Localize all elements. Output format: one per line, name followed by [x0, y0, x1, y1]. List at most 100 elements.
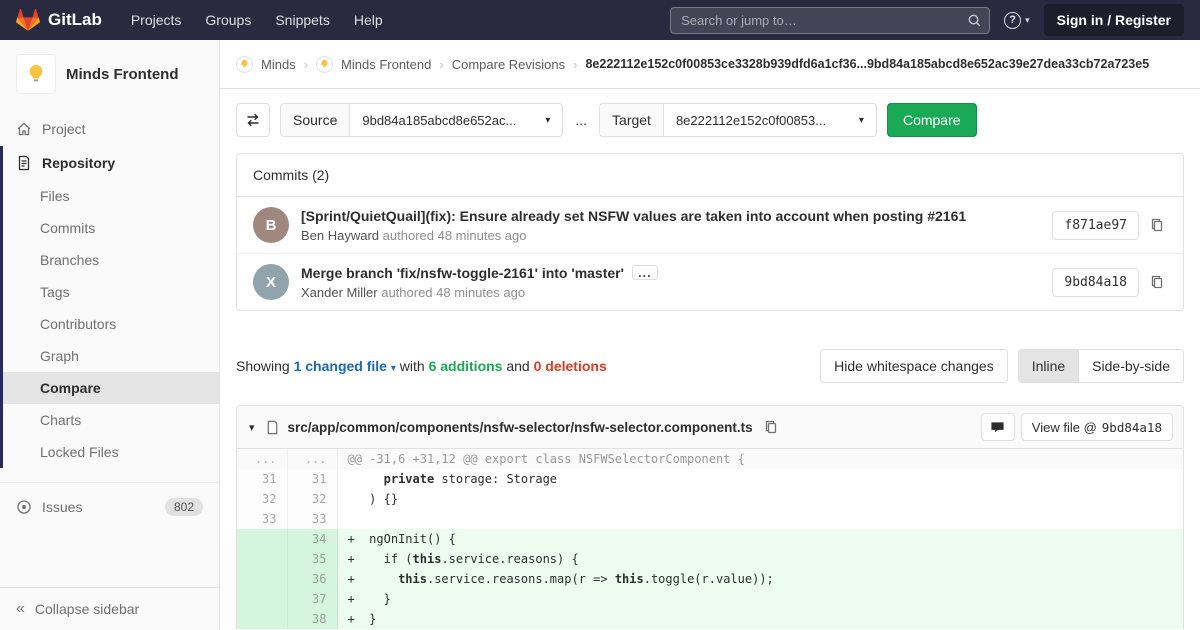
source-field-group: Source 9bd84a185abcd8e652ac... ▾	[280, 103, 564, 137]
nav-item-help[interactable]: Help	[343, 6, 394, 34]
commit-sha[interactable]: 9bd84a18	[1052, 267, 1139, 297]
sidebar-item-files[interactable]: Files	[3, 180, 219, 212]
breadcrumb-current-sha-range: 8e222112e152c0f00853ce3328b939dfd6a1cf36…	[585, 57, 1150, 71]
commit-author[interactable]: Xander Miller	[301, 285, 378, 300]
avatar[interactable]: B	[253, 207, 289, 243]
top-navbar: GitLab Projects Groups Snippets Help ? ▾…	[0, 0, 1200, 40]
view-file-sha: 9bd84a18	[1101, 419, 1162, 435]
new-line-number[interactable]: 31	[287, 469, 338, 489]
commits-panel: Commits (2) B [Sprint/QuietQuail](fix): …	[236, 153, 1184, 311]
sidebar-item-compare[interactable]: Compare	[3, 372, 219, 404]
project-header-link[interactable]: Minds Frontend	[0, 40, 219, 106]
old-line-number[interactable]: ...	[237, 449, 288, 469]
sidebar-item-project[interactable]: Project	[0, 112, 219, 146]
inline-view-button[interactable]: Inline	[1017, 349, 1080, 383]
hide-whitespace-button[interactable]: Hide whitespace changes	[820, 349, 1008, 383]
expand-commit-message-button[interactable]: ...	[631, 265, 658, 280]
sidebar-project-name: Minds Frontend	[66, 65, 179, 83]
nav-item-groups[interactable]: Groups	[194, 6, 262, 34]
diff-code-cell: + this.service.reasons.map(r => this.tog…	[337, 569, 1183, 589]
sidebar-item-commits[interactable]: Commits	[3, 212, 219, 244]
view-file-button[interactable]: View file @ 9bd84a18	[1020, 413, 1173, 441]
source-ref-dropdown[interactable]: 9bd84a185abcd8e652ac... ▾	[350, 104, 562, 136]
side-by-side-view-button[interactable]: Side-by-side	[1079, 349, 1184, 383]
group-avatar	[236, 55, 253, 73]
new-line-number[interactable]: 34	[287, 529, 338, 549]
issues-count-badge: 802	[164, 498, 203, 516]
diff-file-path[interactable]: src/app/common/components/nsfw-selector/…	[288, 420, 753, 435]
commit-author[interactable]: Ben Hayward	[301, 228, 379, 243]
target-ref-value: 8e222112e152c0f00853...	[675, 112, 827, 128]
collapse-diff-icon[interactable]: ▾	[247, 421, 257, 434]
help-dropdown[interactable]: ? ▾	[1004, 11, 1030, 29]
diff-code-cell: + }	[337, 589, 1183, 609]
sidebar-item-branches[interactable]: Branches	[3, 244, 219, 276]
commit-sha[interactable]: f871ae97	[1052, 210, 1139, 240]
diff-summary-bar: Showing 1 changed file ▾ with 6 addition…	[236, 349, 1184, 383]
target-field-group: Target 8e222112e152c0f00853... ▾	[599, 103, 877, 137]
avatar[interactable]: X	[253, 264, 289, 300]
old-line-number[interactable]	[237, 569, 288, 589]
copy-file-path-button[interactable]	[761, 417, 781, 437]
target-ref-dropdown[interactable]: 8e222112e152c0f00853... ▾	[664, 104, 876, 136]
project-avatar	[16, 54, 56, 94]
commit-row: B [Sprint/QuietQuail](fix): Ensure alrea…	[237, 197, 1183, 253]
commit-meta-text: authored 48 minutes ago	[381, 284, 526, 300]
old-line-number[interactable]	[237, 589, 288, 609]
breadcrumb-group[interactable]: Minds	[261, 57, 296, 72]
nav-item-snippets[interactable]: Snippets	[264, 6, 340, 34]
project-avatar-small	[316, 55, 334, 73]
sign-in-button[interactable]: Sign in / Register	[1043, 4, 1184, 36]
sidebar-item-tags[interactable]: Tags	[3, 276, 219, 308]
sidebar-item-locked-files[interactable]: Locked Files	[3, 436, 219, 468]
new-line-number[interactable]: 37	[287, 589, 338, 609]
comment-icon	[991, 421, 1004, 432]
copy-sha-button[interactable]	[1147, 215, 1167, 235]
breadcrumb-section[interactable]: Compare Revisions	[452, 57, 565, 72]
copy-sha-button[interactable]	[1147, 272, 1167, 292]
new-line-number[interactable]: ...	[287, 449, 338, 469]
new-line-number[interactable]: 32	[287, 489, 338, 509]
commits-panel-header: Commits (2)	[237, 154, 1183, 197]
collapse-sidebar-button[interactable]: « Collapse sidebar	[0, 587, 219, 630]
breadcrumb-separator-icon: ›	[439, 56, 444, 72]
swap-icon	[247, 113, 259, 127]
breadcrumb-separator-icon: ›	[303, 56, 309, 72]
old-line-number[interactable]	[237, 609, 288, 629]
swap-revisions-button[interactable]	[236, 103, 270, 137]
diff-line: 35 + if (this.service.reasons) {	[237, 549, 1183, 569]
gitlab-logo[interactable]: GitLab	[16, 8, 102, 32]
new-line-number[interactable]: 33	[287, 509, 338, 529]
toggle-comments-button[interactable]	[980, 413, 1015, 441]
commit-title[interactable]: Merge branch 'fix/nsfw-toggle-2161' into…	[301, 265, 624, 281]
sidebar-item-issues[interactable]: Issues 802	[0, 489, 219, 525]
sidebar-item-repository[interactable]: Repository	[3, 146, 219, 180]
diff-code-cell: + ngOnInit() {	[337, 529, 1183, 549]
breadcrumb: Minds › Minds Frontend › Compare Revisio…	[220, 40, 1200, 89]
sidebar-item-charts[interactable]: Charts	[3, 404, 219, 436]
new-line-number[interactable]: 38	[287, 609, 338, 629]
compare-button[interactable]: Compare	[886, 103, 977, 137]
diff-line: 34 + ngOnInit() {	[237, 529, 1183, 549]
search-input[interactable]	[670, 6, 991, 34]
sidebar-item-contributors[interactable]: Contributors	[3, 308, 219, 340]
diff-code-cell: + }	[337, 609, 1183, 629]
sidebar-item-label: Project	[42, 121, 86, 137]
old-line-number[interactable]: 31	[237, 469, 288, 489]
commit-meta-text: authored 48 minutes ago	[382, 227, 527, 243]
old-line-number[interactable]	[237, 549, 288, 569]
changed-files-dropdown[interactable]: 1 changed file	[294, 358, 387, 374]
global-search	[670, 6, 991, 34]
diff-table-body: ...... @@ -31,6 +31,12 @@ export class NS…	[237, 449, 1183, 629]
search-icon[interactable]	[967, 13, 982, 31]
new-line-number[interactable]: 35	[287, 549, 338, 569]
breadcrumb-project[interactable]: Minds Frontend	[341, 57, 431, 72]
file-icon	[265, 420, 280, 435]
old-line-number[interactable]: 32	[237, 489, 288, 509]
old-line-number[interactable]	[237, 529, 288, 549]
nav-item-projects[interactable]: Projects	[120, 6, 193, 34]
sidebar-item-graph[interactable]: Graph	[3, 340, 219, 372]
commit-title[interactable]: [Sprint/QuietQuail](fix): Ensure already…	[301, 208, 966, 224]
new-line-number[interactable]: 36	[287, 569, 338, 589]
old-line-number[interactable]: 33	[237, 509, 288, 529]
